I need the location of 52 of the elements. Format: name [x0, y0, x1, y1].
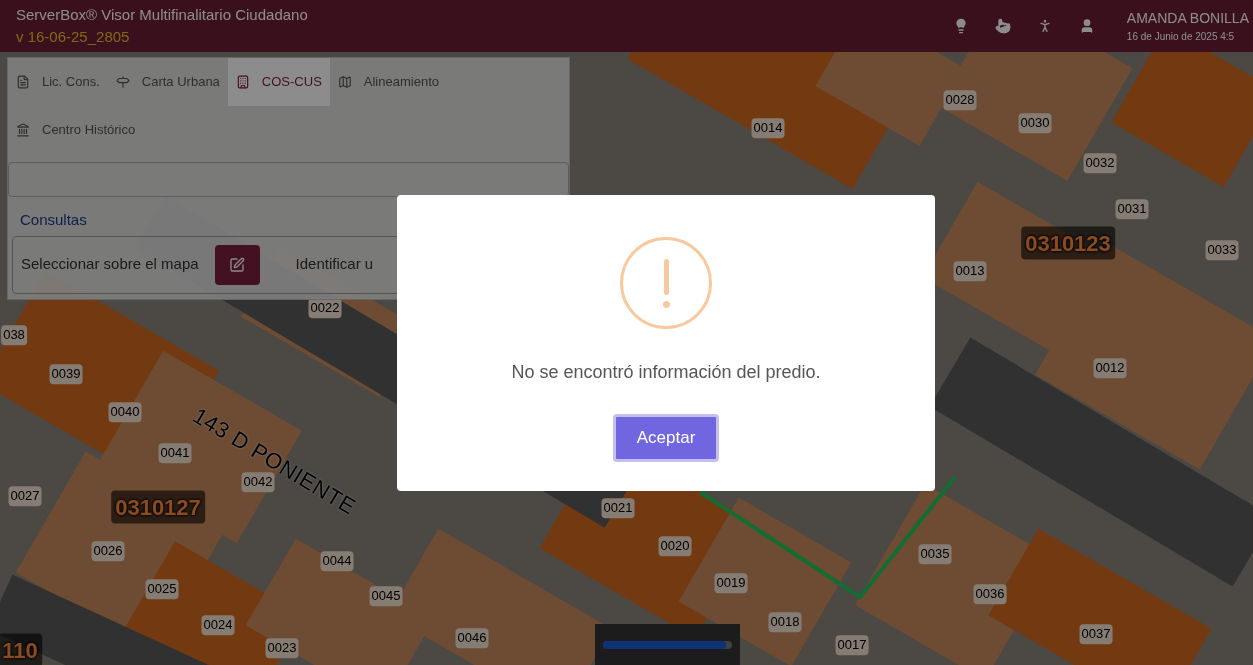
identify-label: Identificar u — [295, 254, 374, 275]
parcel-number-label: 0023 — [265, 638, 299, 658]
parcel-number-label: 0046 — [455, 628, 489, 648]
version-label: v 16-06-25_2805 — [16, 27, 131, 47]
parcel-number-label: 0041 — [158, 443, 192, 463]
opacity-slider[interactable] — [595, 624, 740, 665]
warning-icon — [620, 237, 712, 329]
parcel-number-label: 0017 — [835, 635, 869, 655]
parcel-number-label: 0014 — [751, 118, 785, 138]
parcel-number-label: 0019 — [714, 573, 748, 593]
parcel-number-label: 0045 — [369, 586, 403, 606]
parcel-number-label: 0028 — [943, 90, 977, 110]
parcel-number-label: 0039 — [49, 364, 83, 384]
select-on-map-label: Seleccionar sobre el mapa — [21, 254, 199, 275]
accept-button[interactable]: Aceptar — [613, 414, 719, 462]
parcel-number-label: 0024 — [201, 615, 235, 635]
user-name: AMANDA BONILLA — [1126, 9, 1249, 28]
parcel-number-label: 0030 — [1018, 113, 1052, 133]
parcel-number-label: 0018 — [768, 612, 802, 632]
parcel-number-label: 0032 — [1083, 153, 1117, 173]
edit-icon — [229, 256, 246, 273]
alert-message: No se encontró información del predio. — [511, 361, 821, 384]
parcel-number-label: 0033 — [1205, 240, 1239, 260]
panel-tab[interactable]: Lic. Cons. — [8, 58, 108, 106]
parcel-number-label: 0031 — [1115, 199, 1149, 219]
parcel-number-label: 0035 — [918, 544, 952, 564]
parcel-number-label: 0040 — [108, 402, 142, 422]
tab-icon — [115, 75, 130, 89]
parcel-number-label: 0020 — [658, 536, 692, 556]
app-title: ServerBox® Visor Multifinalitario Ciudadano — [16, 4, 308, 25]
panel-tab[interactable]: Carta Urbana — [107, 58, 228, 106]
date-time: 16 de Junio de 2025 4:5 — [1126, 30, 1236, 44]
parcel-number-label: 0044 — [320, 551, 354, 571]
parcel-number-label: 0026 — [91, 541, 125, 561]
panel-tab[interactable]: Centro Histórico — [8, 106, 144, 154]
tab-icon — [16, 123, 30, 137]
parcel-number-label: 038 — [1, 325, 27, 345]
parcel-number-label: 0027 — [8, 486, 42, 506]
panel-tab[interactable]: COS-CUS — [227, 58, 330, 106]
tab-icon — [337, 75, 352, 89]
parcel-number-label: 0012 — [1093, 358, 1127, 378]
parcel-number-label: 0037 — [1079, 624, 1113, 644]
section-title: Consultas — [20, 210, 87, 230]
edit-button[interactable] — [214, 244, 260, 285]
parcel-number-label: 0021 — [601, 498, 635, 518]
parcel-number-label: 0036 — [973, 584, 1007, 604]
tab-icon — [235, 75, 250, 89]
tab-icon — [16, 75, 30, 89]
hand-pointer-icon[interactable] — [994, 18, 1011, 34]
panel-tab[interactable]: Alineamiento — [329, 58, 447, 106]
parcel-number-label: 0013 — [953, 261, 987, 281]
parcel-number-label: 0025 — [145, 579, 179, 599]
